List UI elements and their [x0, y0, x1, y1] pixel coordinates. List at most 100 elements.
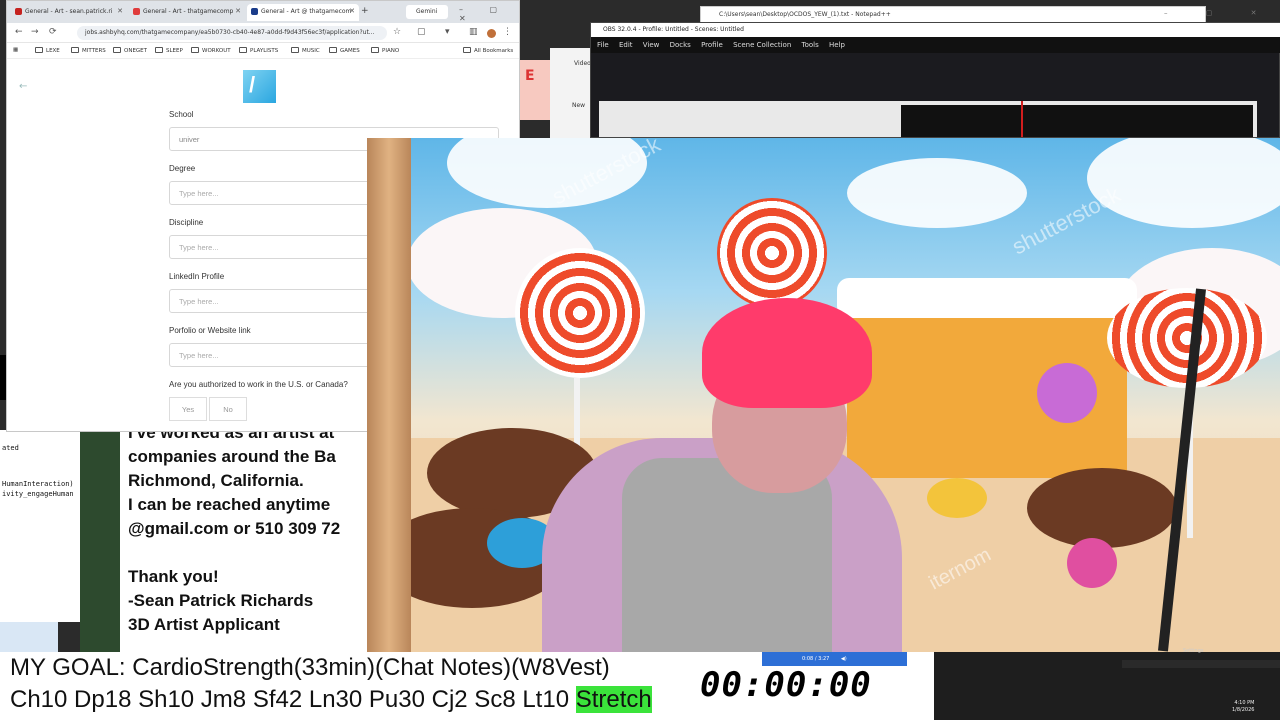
folder-icon	[35, 47, 43, 53]
notepad-window-controls[interactable]: – ▢ ✕	[1164, 9, 1274, 17]
folder-icon	[239, 47, 247, 53]
download-icon[interactable]: ▾	[445, 27, 450, 37]
folder-icon	[113, 47, 121, 53]
obs-menu-docks[interactable]: Docks	[670, 41, 691, 49]
email-text-window[interactable]: I've worked as an artist at companies ar…	[120, 420, 380, 652]
all-bookmarks[interactable]: All Bookmarks	[463, 47, 513, 54]
obs-menubar: File Edit View Docks Profile Scene Colle…	[591, 37, 1280, 53]
tab-label: General - Art - thatgamecomp	[143, 8, 234, 15]
bookmark-folder[interactable]: LEXE	[35, 47, 60, 54]
obs-menu-help[interactable]: Help	[829, 41, 845, 49]
close-icon[interactable]: ✕	[117, 7, 123, 15]
notepad-title: C:\Users\sean\Desktop\OCDOS_YEW_(1).txt …	[719, 11, 891, 18]
back-arrow-icon[interactable]: ←	[19, 81, 27, 92]
wooden-post	[367, 138, 411, 652]
volume-icon[interactable]: ◀)	[841, 656, 847, 662]
workout-timer: 00:00:00	[698, 666, 934, 704]
bookmark-folder[interactable]: SLEEP	[155, 47, 183, 54]
back-icon[interactable]: ←	[15, 27, 23, 37]
folder-icon	[329, 47, 337, 53]
logo-glyph: /	[249, 72, 256, 97]
tray-area	[1122, 660, 1280, 668]
candy-ball	[1037, 363, 1097, 423]
close-icon[interactable]: ✕	[235, 7, 241, 15]
obs-menu-edit[interactable]: Edit	[619, 41, 633, 49]
email-line: companies around the Ba	[128, 447, 336, 466]
underlying-green-panel	[80, 430, 120, 652]
obs-title: OBS 32.0.4 - Profile: Untitled - Scenes:…	[591, 23, 1280, 37]
obs-menu-profile[interactable]: Profile	[701, 41, 723, 49]
webcam-feed: shutterstock shutterstock iternom	[367, 138, 1280, 652]
gemini-button[interactable]: Gemini	[406, 5, 448, 19]
folder-icon	[463, 47, 471, 53]
underlying-app-thumbnail: E	[520, 60, 550, 120]
obs-menu-view[interactable]: View	[643, 41, 660, 49]
tab-general-art-active[interactable]: General - Art @ thatgamecom ✕	[247, 4, 359, 21]
tab-general-art-1[interactable]: General - Art - sean.patrick.ri ✕	[11, 4, 127, 21]
linkedin-label: LinkedIn Profile	[169, 272, 225, 281]
extension-icon[interactable]: ▢	[417, 27, 426, 37]
cloud	[1087, 138, 1280, 228]
clock-date: 1/8/2026	[1232, 707, 1255, 713]
email-line: 3D Artist Applicant	[128, 615, 280, 634]
obs-preview-guide	[1021, 101, 1023, 137]
tab-general-art-2[interactable]: General - Art - thatgamecomp ✕	[129, 4, 245, 21]
bookmarks-bar: ▦ LEXE MITTERS ONEGET SLEEP WORKOUT PLAY…	[7, 43, 519, 59]
code-line: HumanInteraction)	[2, 480, 74, 488]
red-letter: E	[525, 68, 535, 84]
forward-icon[interactable]: →	[31, 27, 39, 37]
work-auth-question: Are you authorized to work in the U.S. o…	[169, 380, 348, 389]
bookmark-folder[interactable]: PIANO	[371, 47, 399, 54]
stats-values: Ch10 Dp18 Sh10 Jm8 Sf42 Ln30 Pu30 Cj2 Sc…	[10, 686, 570, 713]
yes-button[interactable]: Yes	[169, 397, 207, 421]
underlying-thumbnail	[0, 622, 58, 652]
bookmark-folder[interactable]: MUSIC	[291, 47, 320, 54]
folder-icon	[291, 47, 299, 53]
settings-label[interactable]: Settings	[1183, 648, 1204, 654]
email-line: Thank you!	[128, 567, 219, 586]
bookmark-folder[interactable]: ONEGET	[113, 47, 147, 54]
obs-menu-scene-collection[interactable]: Scene Collection	[733, 41, 791, 49]
media-position: 0:08 / 3:27	[802, 656, 830, 662]
folder-icon	[71, 47, 79, 53]
system-clock[interactable]: 4:10 PM 1/8/2026	[1232, 700, 1254, 714]
bookmark-folder[interactable]: WORKOUT	[191, 47, 231, 54]
avatar[interactable]	[487, 29, 496, 38]
folder-icon	[371, 47, 379, 53]
ashby-icon	[251, 8, 258, 15]
obs-window[interactable]: OBS 32.0.4 - Profile: Untitled - Scenes:…	[590, 22, 1280, 138]
browser-window-controls[interactable]: – ▢ ✕	[459, 5, 519, 23]
star-icon[interactable]: ☆	[393, 27, 401, 37]
code-line: ivity_engageHuman	[2, 490, 74, 498]
lollipop	[717, 198, 827, 308]
email-line: -Sean Patrick Richards	[128, 591, 314, 610]
kebab-menu-icon[interactable]: ⋮	[503, 27, 512, 37]
new-label: New	[572, 102, 586, 109]
email-line: I can be reached anytime	[128, 495, 331, 514]
cloud	[847, 158, 1027, 228]
goal-text: MY GOAL: CardioStrength(33min)(Chat Note…	[10, 654, 610, 681]
folder-icon	[155, 47, 163, 53]
bookmark-folder[interactable]: PLAYLISTS	[239, 47, 278, 54]
clock-time: 4:10 PM	[1234, 700, 1255, 706]
email-line: Richmond, California.	[128, 471, 304, 490]
no-button[interactable]: No	[209, 397, 247, 421]
email-line: @gmail.com or 510 309 72	[128, 519, 341, 538]
panel-icon[interactable]: ▥	[469, 27, 478, 37]
url-input[interactable]: jobs.ashbyhq.com/thatgamecompany/ea5b073…	[77, 26, 387, 40]
new-tab-button[interactable]: +	[361, 6, 369, 16]
apps-icon[interactable]: ▦	[13, 47, 18, 53]
bookmark-folder[interactable]: GAMES	[329, 47, 360, 54]
media-player-bar[interactable]: 0:08 / 3:27 ◀)	[762, 652, 907, 666]
obs-menu-file[interactable]: File	[597, 41, 609, 49]
reload-icon[interactable]: ⟳	[49, 27, 57, 37]
bookmark-folder[interactable]: MITTERS	[71, 47, 106, 54]
address-bar-row: ← → ⟳ jobs.ashbyhq.com/thatgamecompany/e…	[7, 23, 519, 43]
obs-menu-tools[interactable]: Tools	[802, 41, 819, 49]
underlying-window[interactable]: Videos New	[550, 48, 595, 138]
obs-preview-nested	[901, 105, 1253, 137]
tab-strip: General - Art - sean.patrick.ri ✕ Genera…	[7, 1, 519, 23]
company-logo: /	[243, 70, 276, 103]
degree-label: Degree	[169, 164, 196, 173]
close-icon[interactable]: ✕	[349, 7, 355, 15]
